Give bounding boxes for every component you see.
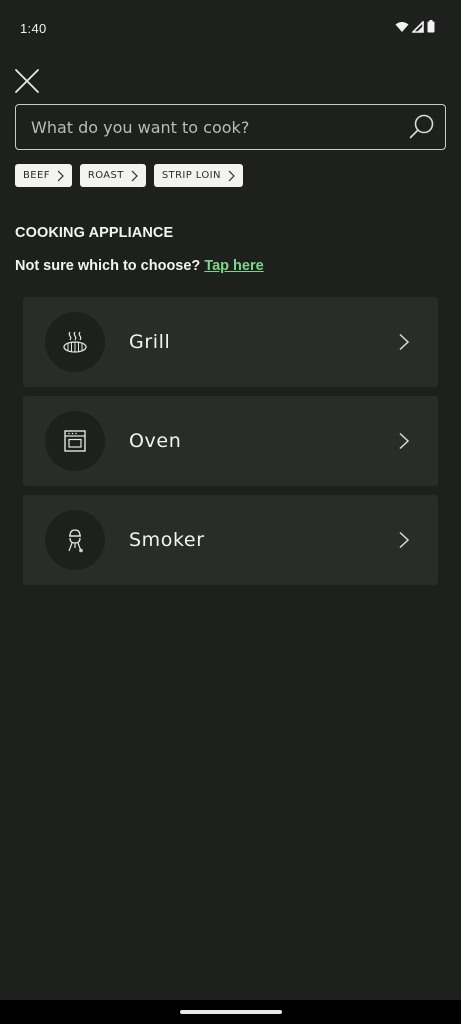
cellular-signal-icon bbox=[412, 20, 424, 33]
grill-icon bbox=[63, 331, 87, 353]
chip-beef[interactable]: BEEF bbox=[15, 164, 72, 187]
status-bar: 1:40 bbox=[0, 0, 461, 56]
section-title: COOKING APPLIANCE bbox=[15, 225, 174, 241]
appliance-icon-circle bbox=[45, 510, 105, 570]
chip-roast[interactable]: ROAST bbox=[79, 164, 146, 187]
chevron-right-icon bbox=[228, 170, 235, 181]
appliance-card-oven[interactable]: Oven bbox=[23, 396, 438, 486]
close-button[interactable] bbox=[12, 66, 42, 96]
appliance-label: Smoker bbox=[129, 529, 205, 551]
search-input[interactable] bbox=[16, 105, 407, 149]
chip-label: STRIP LOIN bbox=[161, 170, 221, 181]
appliance-card-grill[interactable]: Grill bbox=[23, 297, 438, 387]
smoker-icon bbox=[68, 529, 83, 553]
home-indicator[interactable] bbox=[180, 1010, 282, 1014]
status-time: 1:40 bbox=[20, 21, 47, 36]
chip-label: ROAST bbox=[87, 170, 124, 181]
wifi-icon bbox=[395, 21, 409, 32]
chip-strip-loin[interactable]: STRIP LOIN bbox=[153, 164, 243, 187]
chevron-right-icon bbox=[399, 333, 410, 351]
chip-label: BEEF bbox=[23, 170, 50, 181]
chevron-right-icon bbox=[399, 531, 410, 549]
appliance-card-smoker[interactable]: Smoker bbox=[23, 495, 438, 585]
chevron-right-icon bbox=[57, 170, 64, 181]
appliance-label: Grill bbox=[129, 331, 171, 353]
search-icon[interactable] bbox=[407, 112, 437, 142]
close-icon bbox=[15, 69, 39, 93]
appliance-icon-circle bbox=[45, 312, 105, 372]
status-icons bbox=[395, 20, 435, 33]
oven-icon bbox=[64, 430, 86, 452]
appliance-icon-circle bbox=[45, 411, 105, 471]
appliance-label: Oven bbox=[129, 430, 182, 452]
battery-icon bbox=[427, 20, 435, 33]
chevron-right-icon bbox=[399, 432, 410, 450]
chevron-right-icon bbox=[131, 170, 138, 181]
search-box[interactable] bbox=[15, 104, 446, 150]
helper-text: Not sure which to choose? Tap here bbox=[15, 258, 264, 274]
system-nav-bar bbox=[0, 1000, 461, 1024]
helper-question: Not sure which to choose? bbox=[15, 258, 201, 274]
breadcrumb-chips: BEEF ROAST STRIP LOIN bbox=[15, 164, 243, 187]
tap-here-link[interactable]: Tap here bbox=[204, 258, 263, 274]
